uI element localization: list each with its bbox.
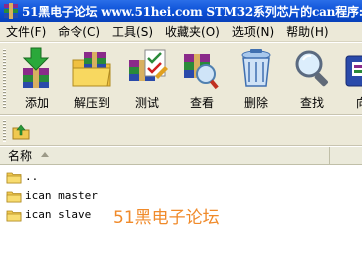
sort-arrow-icon bbox=[41, 152, 49, 157]
extract-button[interactable]: 解压到 bbox=[67, 46, 117, 114]
title-bar[interactable]: 51黑电子论坛 www.51hei.com STM32系列芯片的can程序: bbox=[0, 0, 362, 22]
add-icon bbox=[22, 47, 50, 88]
delete-label: 删除 bbox=[243, 96, 268, 110]
add-label: 添加 bbox=[24, 96, 49, 110]
menu-options[interactable]: 选项(N) bbox=[226, 22, 280, 41]
test-button[interactable]: 测试 bbox=[122, 46, 172, 114]
folder-up-icon bbox=[6, 172, 22, 183]
folder-icon bbox=[6, 191, 22, 202]
wizard-icon bbox=[345, 55, 362, 87]
menu-help[interactable]: 帮助(H) bbox=[280, 22, 334, 41]
column-name-label: 名称 bbox=[8, 149, 33, 163]
test-icon bbox=[129, 49, 168, 81]
toolbar: 添加 解压到 测试 查看 删除 查找 bbox=[0, 43, 362, 115]
find-label: 查找 bbox=[299, 96, 324, 110]
extract-label: 解压到 bbox=[73, 96, 110, 110]
test-label: 测试 bbox=[134, 96, 159, 110]
delete-icon bbox=[241, 49, 271, 87]
watermark: 51黑电子论坛 bbox=[113, 208, 220, 228]
address-grip[interactable] bbox=[3, 120, 6, 142]
winrar-icon bbox=[4, 3, 18, 19]
extract-icon bbox=[72, 52, 111, 87]
window-title: 51黑电子论坛 www.51hei.com STM32系列芯片的can程序: bbox=[22, 4, 362, 19]
view-label: 查看 bbox=[189, 96, 214, 110]
menu-favorites[interactable]: 收藏夹(O) bbox=[159, 22, 226, 41]
wizard-button[interactable]: 向 bbox=[337, 46, 362, 114]
list-item-label: ican slave bbox=[25, 208, 92, 221]
list-item[interactable]: .. bbox=[0, 167, 250, 186]
menu-tools[interactable]: 工具(S) bbox=[106, 22, 159, 41]
menu-commands[interactable]: 命令(C) bbox=[52, 22, 106, 41]
address-bar bbox=[0, 116, 362, 146]
column-header-rest[interactable] bbox=[330, 147, 362, 164]
column-header: 名称 bbox=[0, 147, 362, 165]
view-icon bbox=[184, 54, 219, 90]
folder-icon bbox=[6, 210, 22, 221]
find-icon bbox=[295, 50, 328, 87]
delete-button[interactable]: 删除 bbox=[231, 46, 281, 114]
column-name[interactable]: 名称 bbox=[0, 147, 330, 165]
list-item-label: ican master bbox=[25, 189, 98, 202]
menu-file[interactable]: 文件(F) bbox=[0, 22, 52, 41]
up-folder-icon[interactable] bbox=[11, 121, 31, 141]
find-button[interactable]: 查找 bbox=[287, 46, 337, 114]
list-item-label: .. bbox=[25, 170, 39, 183]
toolbar-grip[interactable] bbox=[3, 49, 6, 109]
add-button[interactable]: 添加 bbox=[12, 46, 62, 114]
menu-bar: 文件(F) 命令(C) 工具(S) 收藏夹(O) 选项(N) 帮助(H) bbox=[0, 22, 362, 42]
wizard-label: 向 bbox=[337, 94, 362, 111]
view-button[interactable]: 查看 bbox=[177, 46, 227, 114]
